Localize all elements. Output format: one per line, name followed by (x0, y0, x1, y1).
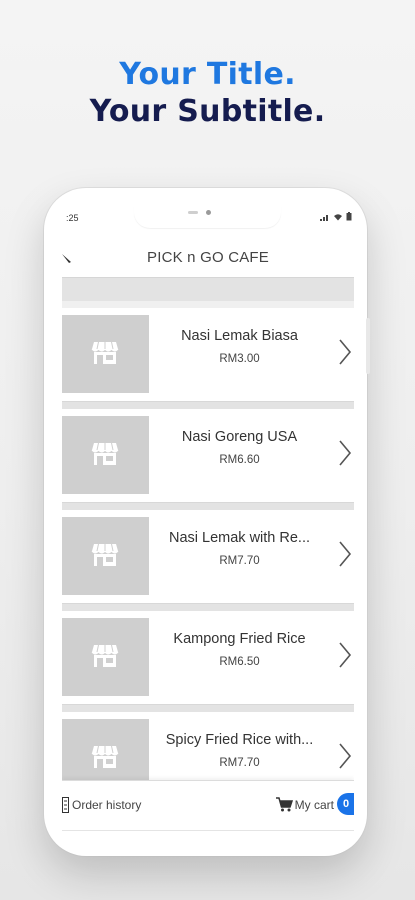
chevron-right-icon[interactable] (338, 641, 352, 669)
bottom-nav-bar: Order history My cart 0 (62, 780, 354, 830)
item-name: Kampong Fried Rice (173, 631, 306, 647)
shopping-cart-icon (275, 797, 293, 812)
item-thumbnail (62, 416, 149, 494)
order-history-button[interactable]: Order history (62, 797, 141, 813)
item-thumbnail (62, 618, 149, 696)
section-divider (62, 277, 354, 301)
item-price: RM7.70 (219, 555, 260, 567)
wifi-icon (334, 213, 342, 220)
list-item[interactable]: Nasi Lemak with Re... RM7.70 (62, 503, 354, 604)
list-item[interactable]: Nasi Lemak Biasa RM3.00 (62, 301, 354, 402)
receipt-icon (62, 797, 69, 813)
my-cart-label: My cart (294, 797, 334, 812)
my-cart-button[interactable]: My cart (275, 797, 334, 812)
store-icon (91, 644, 119, 667)
app-header: PICK n GO CAFE (62, 243, 354, 277)
screen-bottom-edge (62, 830, 354, 831)
store-icon (91, 442, 119, 465)
chevron-right-icon[interactable] (338, 742, 352, 770)
item-price: RM7.70 (219, 757, 260, 769)
phone-side-button (366, 318, 370, 374)
store-icon (91, 543, 119, 566)
order-history-label: Order history (72, 798, 142, 812)
chevron-right-icon[interactable] (338, 338, 352, 366)
item-price: RM3.00 (219, 353, 260, 365)
menu-list: Nasi Lemak Biasa RM3.00 Nasi Goreng USA … (62, 301, 354, 806)
item-thumbnail (62, 315, 149, 393)
promo-subtitle: Your Subtitle. (89, 94, 326, 129)
item-price: RM6.50 (219, 656, 260, 668)
signal-icon (320, 214, 328, 221)
item-thumbnail (62, 517, 149, 595)
battery-icon (346, 212, 352, 221)
list-item[interactable]: Kampong Fried Rice RM6.50 (62, 604, 354, 705)
item-price: RM6.60 (219, 454, 260, 466)
item-name: Nasi Goreng USA (181, 429, 298, 445)
store-icon (91, 745, 119, 768)
promo-title: Your Title. (119, 57, 296, 92)
item-name: Spicy Fried Rice with... (165, 732, 314, 748)
item-name: Nasi Lemak with Re... (168, 530, 311, 546)
chevron-right-icon[interactable] (338, 540, 352, 568)
list-item[interactable]: Nasi Goreng USA RM6.60 (62, 402, 354, 503)
page-title: PICK n GO CAFE (147, 249, 269, 266)
cart-count-badge[interactable]: 0 (337, 793, 354, 815)
item-name: Nasi Lemak Biasa (181, 328, 298, 344)
chevron-right-icon[interactable] (338, 439, 352, 467)
store-icon (91, 341, 119, 364)
phone-notch (134, 206, 281, 228)
status-time: :25 (66, 213, 79, 223)
status-icons (320, 212, 352, 221)
camera-icon (206, 210, 211, 215)
app-screen: :25 PICK n GO CAFE Nasi Lemak Biasa RM3.… (62, 207, 354, 830)
speaker-grill (188, 211, 198, 214)
